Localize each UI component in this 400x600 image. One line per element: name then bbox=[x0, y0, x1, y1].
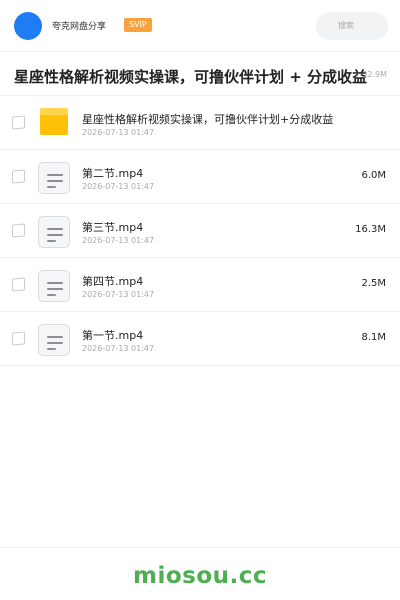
watermark-logo: miosou.cc bbox=[132, 563, 268, 589]
list-item[interactable]: 第三节.mp4 2026-07-13 01:47 16.3M bbox=[0, 204, 400, 258]
file-icon bbox=[38, 162, 70, 194]
file-date: 2026-07-13 01:47 bbox=[82, 236, 155, 245]
avatar[interactable] bbox=[14, 12, 42, 40]
app-name: 夸克网盘分享 bbox=[52, 22, 107, 32]
list-item[interactable]: 第一节.mp4 2026-07-13 01:47 8.1M bbox=[0, 312, 400, 366]
checkbox[interactable] bbox=[12, 277, 25, 292]
file-size: 8.1M bbox=[361, 332, 386, 343]
file-name: 星座性格解析视频实操课，可撸伙伴计划+分成收益 bbox=[82, 113, 334, 126]
total-size: 32.9M bbox=[362, 70, 387, 79]
file-date: 2026-07-13 01:47 bbox=[82, 128, 155, 137]
checkbox[interactable] bbox=[12, 169, 25, 184]
file-size: 16.3M bbox=[355, 224, 386, 235]
file-icon bbox=[38, 324, 70, 356]
file-name: 第一节.mp4 bbox=[82, 329, 144, 342]
file-name: 第三节.mp4 bbox=[82, 221, 144, 234]
file-icon bbox=[38, 216, 70, 248]
top-bar: 夸克网盘分享 SVIP 搜索 bbox=[0, 0, 400, 52]
footer: miosou.cc bbox=[0, 547, 400, 600]
file-icon bbox=[38, 270, 70, 302]
file-date: 2026-07-13 01:47 bbox=[82, 290, 155, 299]
file-date: 2026-07-13 01:47 bbox=[82, 344, 155, 353]
list-item[interactable]: 星座性格解析视频实操课，可撸伙伴计划+分成收益 2026-07-13 01:47 bbox=[0, 96, 400, 150]
file-size: 2.5M bbox=[361, 278, 386, 289]
share-title-row: 星座性格解析视频实操课，可撸伙伴计划 + 分成收益 32.9M bbox=[0, 52, 400, 96]
list-item[interactable]: 第四节.mp4 2026-07-13 01:47 2.5M bbox=[0, 258, 400, 312]
page-title: 星座性格解析视频实操课，可撸伙伴计划 + 分成收益 bbox=[14, 68, 368, 86]
svip-badge: SVIP bbox=[124, 18, 152, 32]
file-name: 第二节.mp4 bbox=[82, 167, 144, 180]
checkbox[interactable] bbox=[12, 115, 25, 130]
list-item[interactable]: 第二节.mp4 2026-07-13 01:47 6.0M bbox=[0, 150, 400, 204]
checkbox[interactable] bbox=[12, 331, 25, 346]
checkbox[interactable] bbox=[12, 223, 25, 238]
folder-icon bbox=[38, 108, 70, 140]
file-size: 6.0M bbox=[361, 170, 386, 181]
file-date: 2026-07-13 01:47 bbox=[82, 182, 155, 191]
file-list: 星座性格解析视频实操课，可撸伙伴计划+分成收益 2026-07-13 01:47… bbox=[0, 96, 400, 366]
search-input[interactable]: 搜索 bbox=[316, 12, 388, 40]
file-name: 第四节.mp4 bbox=[82, 275, 144, 288]
